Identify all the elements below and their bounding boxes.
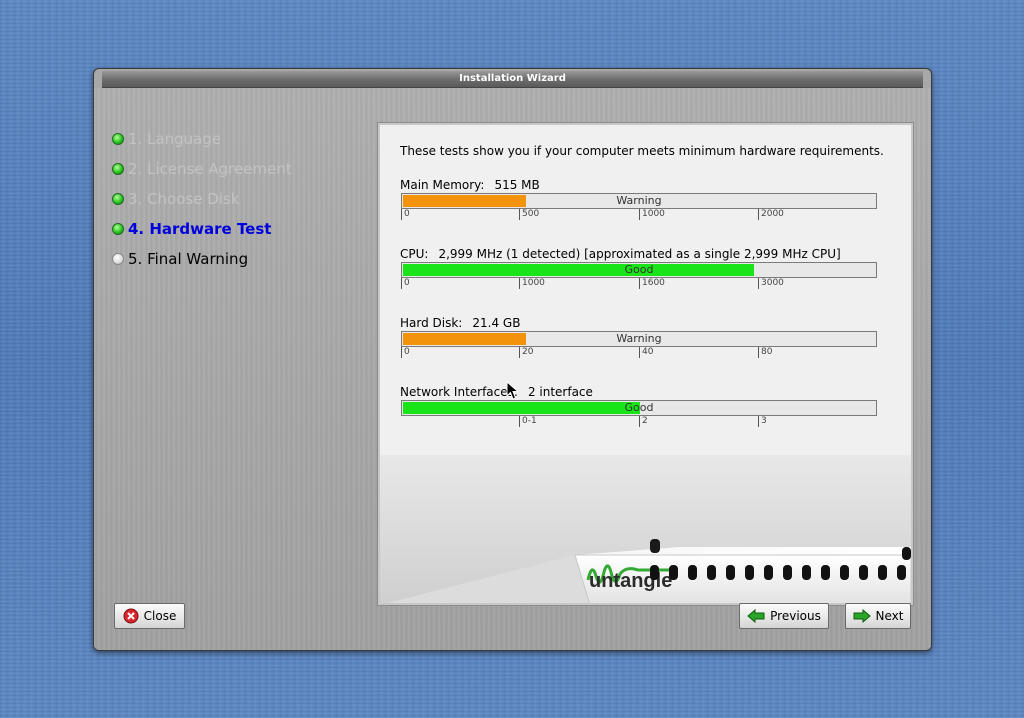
previous-button[interactable]: Previous — [739, 603, 829, 629]
tick-label: 2 — [639, 416, 648, 427]
tick-label: 3 — [758, 416, 767, 427]
tick-label: 40 — [639, 347, 653, 358]
test-main-memory: Main Memory: 515 MB Warning 0 500 1000 20… — [400, 177, 880, 221]
close-button[interactable]: Close — [114, 603, 185, 629]
tick-label: 1000 — [519, 278, 545, 289]
hardware-test-panel: These tests show you if your computer me… — [377, 122, 914, 606]
tick-label: 80 — [758, 347, 772, 358]
test-label: Hard Disk: — [400, 316, 463, 330]
step-complete-icon — [112, 163, 124, 175]
tick-label: 0 — [401, 209, 410, 220]
step-pending-icon — [112, 253, 124, 265]
progress-status: Good — [624, 263, 654, 276]
mouse-cursor-icon — [506, 381, 520, 400]
step-label: 5. Final Warning — [128, 250, 249, 268]
close-button-label: Close — [143, 609, 177, 623]
arrow-right-icon — [853, 609, 871, 623]
logo-text: untangle — [589, 570, 672, 592]
step-label: 4. Hardware Test — [128, 220, 272, 238]
progress-bar: Good — [401, 400, 877, 416]
tick-label: 0 — [401, 278, 410, 289]
progress-status: Warning — [616, 194, 662, 207]
step-label: 1. Language — [128, 130, 222, 148]
steps-list: 1. Language 2. License Agreement 3. Choo… — [112, 124, 292, 274]
intro-text: These tests show you if your computer me… — [400, 144, 884, 158]
test-value: 515 MB — [494, 178, 540, 192]
test-label: CPU: — [400, 247, 429, 261]
scale-ticks: 0 500 1000 2000 — [401, 209, 877, 221]
scale-ticks: 0 20 40 80 — [401, 347, 877, 359]
step-label: 2. License Agreement — [128, 160, 292, 178]
test-label: Main Memory: — [400, 178, 485, 192]
progress-bar: Warning — [401, 193, 877, 209]
tick-label: 1600 — [639, 278, 665, 289]
progress-bar: Warning — [401, 331, 877, 347]
scale-ticks: 0 1000 1600 3000 — [401, 278, 877, 290]
arrow-left-icon — [747, 609, 765, 623]
test-network-interfaces: Network Interfaces: 2 interface Good 0-1 … — [400, 384, 880, 428]
tick-label: 500 — [519, 209, 539, 220]
tick-label: 3000 — [758, 278, 784, 289]
progress-status: Good — [624, 401, 654, 414]
progress-bar: Good — [401, 262, 877, 278]
test-cpu: CPU: 2,999 MHz (1 detected) [approximated… — [400, 246, 880, 290]
step-final-warning: 5. Final Warning — [112, 244, 292, 274]
tick-label: 0-1 — [519, 416, 537, 427]
next-button-label: Next — [875, 609, 904, 623]
scale-ticks: 0-1 2 3 — [401, 416, 877, 428]
test-value: 21.4 GB — [472, 316, 521, 330]
step-license-agreement: 2. License Agreement — [112, 154, 292, 184]
untangle-appliance-image: untangle — [380, 455, 911, 603]
test-hard-disk: Hard Disk: 21.4 GB Warning 0 20 40 80 — [400, 315, 880, 359]
tick-label: 0 — [401, 347, 410, 358]
step-hardware-test: 4. Hardware Test — [112, 214, 292, 244]
step-choose-disk: 3. Choose Disk — [112, 184, 292, 214]
window-title: Installation Wizard — [102, 71, 923, 88]
wizard-body: 1. Language 2. License Agreement 3. Choo… — [94, 88, 931, 650]
test-value: 2 interface — [527, 385, 593, 399]
step-complete-icon — [112, 193, 124, 205]
tick-label: 1000 — [639, 209, 665, 220]
progress-status: Warning — [616, 332, 662, 345]
test-label: Network Interfaces: — [400, 385, 518, 399]
step-language: 1. Language — [112, 124, 292, 154]
step-current-icon — [112, 223, 124, 235]
installation-wizard-window: Installation Wizard 1. Language 2. Licen… — [93, 68, 932, 651]
previous-button-label: Previous — [770, 609, 821, 623]
tick-label: 20 — [519, 347, 533, 358]
close-icon — [123, 608, 139, 624]
next-button[interactable]: Next — [845, 603, 911, 629]
test-value: 2,999 MHz (1 detected) [approximated as … — [438, 247, 841, 261]
step-label: 3. Choose Disk — [128, 190, 240, 208]
tick-label: 2000 — [758, 209, 784, 220]
step-complete-icon — [112, 133, 124, 145]
